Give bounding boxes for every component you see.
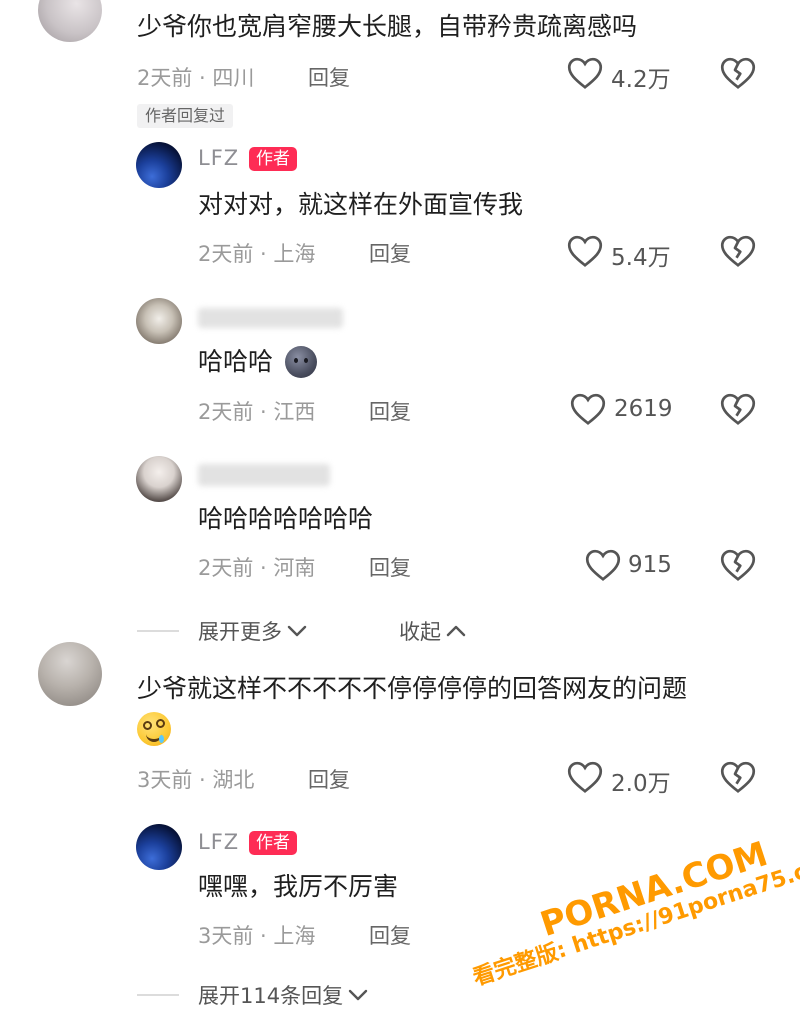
reply-button[interactable]: 回复 — [369, 552, 411, 582]
reply-text: 对对对，就这样在外面宣传我 — [198, 190, 524, 219]
dislike-button[interactable] — [720, 234, 756, 268]
divider-line — [137, 994, 179, 996]
reply-button[interactable]: 回复 — [369, 920, 411, 950]
like-button[interactable] — [585, 548, 621, 582]
reply-text: 哈哈哈哈哈哈哈 — [198, 504, 374, 533]
blurred-username — [198, 464, 330, 486]
like-count: 5.4万 — [611, 245, 671, 271]
like-count: 2619 — [614, 396, 673, 422]
heart-outline-icon — [567, 57, 603, 89]
like-button[interactable] — [570, 392, 606, 426]
reply-time-location: 2天前 · 上海 — [198, 242, 316, 266]
broken-heart-icon — [720, 393, 756, 425]
dislike-button[interactable] — [720, 548, 756, 582]
like-button[interactable] — [567, 760, 603, 794]
dislike-button[interactable] — [720, 392, 756, 426]
avatar[interactable] — [38, 642, 102, 706]
avatar[interactable] — [136, 824, 182, 870]
collapse-button[interactable]: 收起 — [399, 616, 467, 646]
comment-text: 少爷你也宽肩窄腰大长腿，自带矜贵疏离感吗 — [137, 12, 638, 41]
expand-more-button[interactable]: 展开更多 — [198, 616, 308, 646]
avatar[interactable] — [136, 456, 182, 502]
broken-heart-icon — [720, 235, 756, 267]
expand-more-label: 展开更多 — [198, 620, 282, 644]
reply-author-name[interactable]: LFZ — [198, 146, 239, 170]
like-button[interactable] — [567, 234, 603, 268]
reply-button[interactable]: 回复 — [308, 62, 350, 92]
reply-time-location: 2天前 · 河南 — [198, 556, 316, 580]
author-badge: 作者 — [249, 147, 297, 171]
expand-replies-label: 展开114条回复 — [198, 984, 344, 1008]
author-badge: 作者 — [249, 831, 297, 855]
heart-outline-icon — [567, 761, 603, 793]
like-count: 2.0万 — [611, 771, 671, 797]
author-replied-tag: 作者回复过 — [137, 104, 234, 128]
broken-heart-icon — [720, 549, 756, 581]
like-button[interactable] — [567, 56, 603, 90]
heart-outline-icon — [567, 235, 603, 267]
comment-time-location: 3天前 · 湖北 — [137, 768, 255, 792]
reply-button[interactable]: 回复 — [369, 396, 411, 426]
dislike-button[interactable] — [720, 760, 756, 794]
drooling-face-emoji-icon — [137, 712, 171, 746]
chevron-up-icon — [446, 625, 466, 637]
reply-time-location: 3天前 · 上海 — [198, 924, 316, 948]
chevron-down-icon — [348, 989, 368, 1001]
reply-button[interactable]: 回复 — [369, 238, 411, 268]
chevron-down-icon — [287, 625, 307, 637]
emoji-icon — [285, 346, 317, 378]
expand-replies-button[interactable]: 展开114条回复 — [198, 980, 369, 1010]
like-count: 915 — [628, 552, 672, 578]
reply-author-name[interactable]: LFZ — [198, 830, 239, 854]
like-count: 4.2万 — [611, 67, 671, 93]
heart-outline-icon — [570, 393, 606, 425]
reply-time-location: 2天前 · 江西 — [198, 400, 316, 424]
dislike-button[interactable] — [720, 56, 756, 90]
avatar[interactable] — [136, 298, 182, 344]
blurred-username — [198, 308, 343, 328]
divider-line — [137, 630, 179, 632]
avatar[interactable] — [136, 142, 182, 188]
collapse-label: 收起 — [399, 620, 441, 644]
reply-button[interactable]: 回复 — [308, 764, 350, 794]
reply-text: 嘿嘿，我厉不厉害 — [198, 872, 399, 901]
reply-text: 哈哈哈 — [198, 347, 274, 376]
broken-heart-icon — [720, 57, 756, 89]
comment-text: 少爷就这样不不不不不停停停停的回答网友的问题 — [137, 674, 688, 703]
heart-outline-icon — [585, 549, 621, 581]
comment-time-location: 2天前 · 四川 — [137, 66, 255, 90]
avatar[interactable] — [38, 0, 102, 42]
broken-heart-icon — [720, 761, 756, 793]
